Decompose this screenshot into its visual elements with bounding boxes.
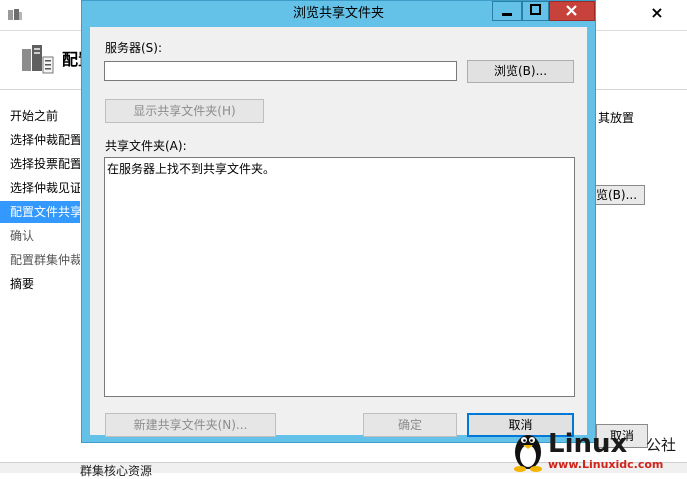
shared-folders-list[interactable]: 在服务器上找不到共享文件夹。 xyxy=(104,157,575,397)
wizard-close-icon[interactable]: × xyxy=(632,0,682,26)
show-shared-folders-button: 显示共享文件夹(H) xyxy=(105,99,264,123)
nav-item-quorum-witness[interactable]: 选择仲裁见证 xyxy=(0,177,80,199)
tux-penguin-icon xyxy=(514,435,542,472)
browse-shared-folders-dialog: 浏览共享文件夹 服务器(S): 浏览(B)... 显示共享文件夹(H) 共享文件… xyxy=(81,0,596,443)
maximize-icon xyxy=(530,4,541,15)
server-input[interactable] xyxy=(104,61,457,81)
close-button[interactable] xyxy=(549,1,595,21)
nav-item-configure-quorum: 配置群集仲裁 xyxy=(10,253,80,267)
watermark-url: www.Linuxidc.com xyxy=(548,458,663,471)
nav-item-quorum-config[interactable]: 选择仲裁配置 xyxy=(0,129,80,151)
nav-item-voting-config[interactable]: 选择投票配置 xyxy=(0,153,80,175)
linuxidc-logo: Linux 公社 www.Linuxidc.com xyxy=(514,429,676,472)
no-shared-folders-message: 在服务器上找不到共享文件夹。 xyxy=(107,162,276,176)
ok-button: 确定 xyxy=(363,413,457,437)
shared-folders-label: 共享文件夹(A): xyxy=(105,139,187,153)
nav-item-before-you-begin[interactable]: 开始之前 xyxy=(0,105,80,127)
minimize-button[interactable] xyxy=(492,1,522,21)
maximize-button[interactable] xyxy=(522,1,549,21)
dialog-titlebar[interactable]: 浏览共享文件夹 xyxy=(82,1,595,27)
wizard-body-text: 其放置 xyxy=(598,111,635,125)
linuxidc-watermark: Linux 公社 www.Linuxidc.com xyxy=(508,420,687,472)
new-shared-folder-button: 新建共享文件夹(N)... xyxy=(105,413,276,437)
browse-button[interactable]: 浏览(B)... xyxy=(467,60,574,83)
nav-item-summary[interactable]: 摘要 xyxy=(0,273,80,295)
nav-item-confirm: 确认 xyxy=(10,229,35,243)
minimize-icon xyxy=(502,13,512,16)
cluster-app-icon xyxy=(8,9,22,20)
watermark-brand: Linux xyxy=(548,429,627,459)
close-icon xyxy=(566,5,577,16)
server-label: 服务器(S): xyxy=(105,41,163,55)
dialog-client-area: 服务器(S): 浏览(B)... 显示共享文件夹(H) 共享文件夹(A): 在服… xyxy=(90,27,587,437)
wizard-bottom-text: 群集核心资源 xyxy=(80,464,153,478)
nav-item-file-share[interactable]: 配置文件共享 xyxy=(0,201,80,223)
cluster-servers-icon xyxy=(22,45,54,74)
watermark-brand-suffix: 公社 xyxy=(646,436,676,454)
